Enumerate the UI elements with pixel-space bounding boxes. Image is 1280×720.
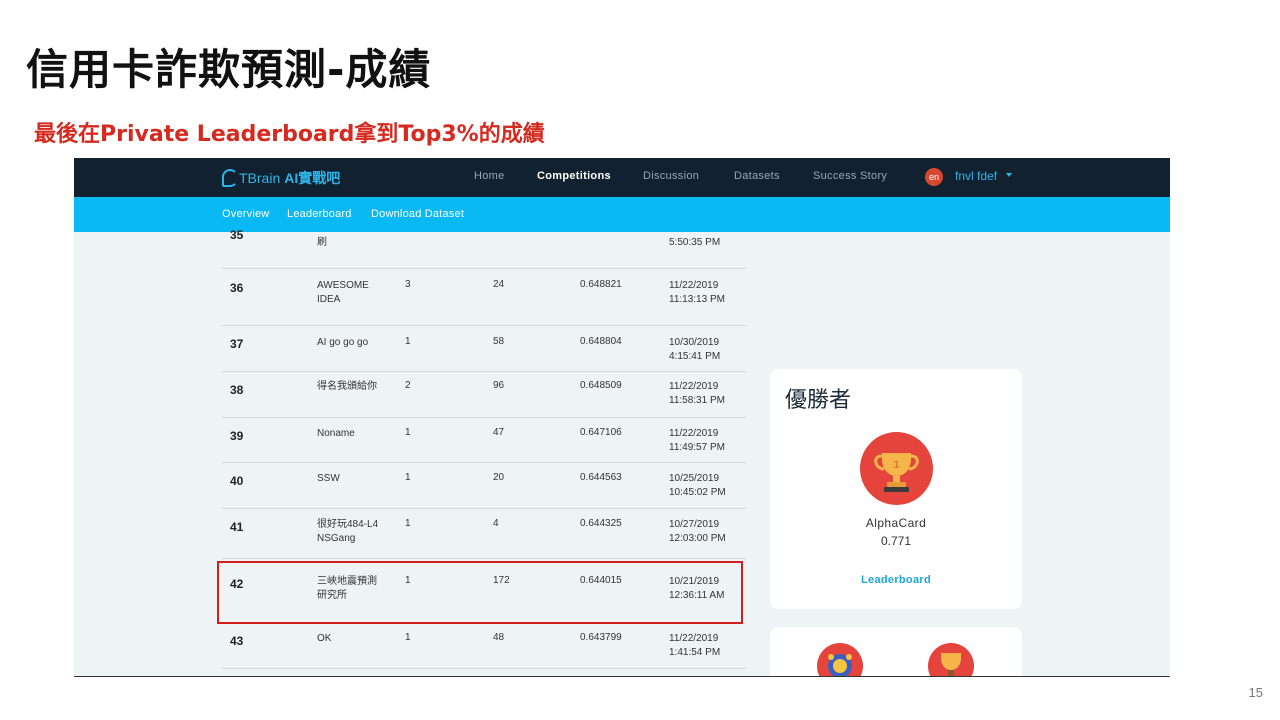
website-screenshot: TBrain AI實戰吧 Home Competitions Discussio… (74, 158, 1170, 677)
submit-date: 11/22/2019 (669, 280, 719, 291)
trophy-icon: 1 (860, 432, 933, 505)
submit-date: 11/22/2019 (669, 633, 719, 644)
entries-cell: 96 (493, 380, 505, 391)
submit-time: 10:45:02 PM (669, 487, 726, 498)
tbrain-logo[interactable]: TBrain AI實戰吧 (222, 168, 340, 188)
winner-team-name: AlphaCard (865, 516, 927, 530)
team-name-cell: SSW (317, 473, 340, 484)
submit-time-cell: 11/22/2019 11:58:31 PM (669, 380, 725, 408)
submit-time-cell: 11/22/2019 11:49:57 PM (669, 427, 725, 455)
nav-datasets[interactable]: Datasets (734, 170, 780, 182)
submit-date: 10/30/2019 (669, 337, 720, 348)
winner-card: 優勝者 1 AlphaCard 0.771 Leaderboard (770, 369, 1022, 609)
subnav-overview[interactable]: Overview (222, 208, 269, 220)
score-cell: 0.644563 (580, 472, 622, 483)
team-name-cell: 很好玩484-L4 NSGang (317, 519, 379, 544)
winner-score: 0.771 (880, 534, 912, 548)
rank-cell: 36 (230, 281, 244, 295)
language-badge[interactable]: en (925, 168, 943, 186)
rank-cell: 40 (230, 474, 244, 488)
entries-cell: 58 (493, 336, 505, 347)
team-name-cell: AI go go go (317, 337, 369, 348)
competition-subnav: Overview Leaderboard Download Dataset (74, 197, 1170, 232)
submit-date: 10/25/2019 (669, 473, 720, 484)
submit-date: 11/22/2019 (669, 428, 719, 439)
submit-time-cell: 11/22/2019 11:13:13 PM (669, 279, 725, 307)
rank-cell: 38 (230, 383, 244, 397)
slide-subtitle: 最後在Private Leaderboard拿到Top3%的成績 (34, 122, 545, 147)
submit-time: 11:13:13 PM (669, 294, 725, 305)
members-cell: 1 (405, 518, 411, 529)
team-name-cell: AWESOME IDEA (317, 280, 369, 305)
submit-time: 12:03:00 PM (669, 533, 726, 544)
table-row: 41 很好玩484-L4 NSGang 1 4 0.644325 10/27/2… (221, 509, 747, 559)
score-cell: 0.648804 (580, 336, 622, 347)
subnav-leaderboard[interactable]: Leaderboard (287, 208, 352, 220)
score-cell: 0.644325 (580, 518, 622, 529)
table-row: 38 得名我頒給你 2 96 0.648509 11/22/2019 11:58:… (221, 372, 747, 418)
submit-time: 11:58:31 PM (669, 395, 725, 406)
submit-time-cell: 11/22/2019 1:41:54 PM (669, 632, 720, 660)
submit-time-cell: 10/27/2019 12:03:00 PM (669, 518, 726, 546)
submit-time-cell: 10/25/2019 10:45:02 PM (669, 472, 726, 500)
user-menu[interactable]: fnvl fdef (955, 169, 997, 183)
members-cell: 1 (405, 427, 411, 438)
members-cell: 1 (405, 336, 411, 347)
subnav-download-dataset[interactable]: Download Dataset (371, 208, 464, 220)
winner-title: 優勝者 (785, 388, 852, 413)
team-name-cell: OK (317, 633, 332, 644)
table-row: 40 SSW 1 20 0.644563 10/25/2019 10:45:02 … (221, 463, 747, 509)
table-row: 39 Noname 1 47 0.647106 11/22/2019 11:49:… (221, 418, 747, 463)
nav-success-story[interactable]: Success Story (813, 170, 887, 182)
table-row: 35 刷 5:50:35 PM (221, 228, 747, 269)
winner-leaderboard-link[interactable]: Leaderboard (770, 574, 1022, 586)
entries-cell: 20 (493, 472, 505, 483)
score-cell: 0.648509 (580, 380, 622, 391)
entries-cell: 24 (493, 279, 505, 290)
rank-cell: 37 (230, 337, 244, 351)
submit-time-cell: 10/30/2019 4:15:41 PM (669, 336, 720, 364)
entries-cell: 47 (493, 427, 505, 438)
svg-text:1: 1 (893, 459, 899, 471)
submit-date: 10/27/2019 (669, 519, 720, 530)
entries-cell: 48 (493, 632, 505, 643)
trophy-cup-icon (928, 643, 974, 676)
medal-icon (817, 643, 863, 676)
score-cell: 0.643799 (580, 632, 622, 643)
entries-cell: 4 (493, 518, 499, 529)
nav-competitions[interactable]: Competitions (537, 170, 611, 182)
nav-discussion[interactable]: Discussion (643, 170, 699, 182)
table-row: 36 AWESOME IDEA 3 24 0.648821 11/22/2019… (221, 269, 747, 326)
team-name-cell: Noname (317, 428, 355, 439)
page-number: 15 (1248, 685, 1263, 700)
rank-cell: 35 (230, 228, 244, 242)
score-cell: 0.647106 (580, 427, 622, 438)
rank-cell: 39 (230, 429, 244, 443)
table-row: 37 AI go go go 1 58 0.648804 10/30/2019 4… (221, 326, 747, 372)
logo-ai-text: AI實戰吧 (284, 170, 341, 186)
submit-time: 1:41:54 PM (669, 647, 721, 658)
medals-card (770, 627, 1022, 676)
score-cell: 0.648821 (580, 279, 622, 290)
members-cell: 3 (405, 279, 411, 290)
highlight-box (217, 561, 743, 624)
submit-time-cell: 5:50:35 PM (669, 237, 721, 248)
members-cell: 1 (405, 472, 411, 483)
members-cell: 1 (405, 632, 411, 643)
table-row: 43 OK 1 48 0.643799 11/22/2019 1:41:54 PM (221, 625, 747, 669)
logo-mark-icon (222, 169, 238, 187)
rank-cell: 41 (230, 520, 244, 534)
team-name-cell: 刷 (317, 237, 327, 248)
members-cell: 2 (405, 380, 411, 391)
top-navbar: TBrain AI實戰吧 Home Competitions Discussio… (74, 158, 1170, 197)
submit-date: 11/22/2019 (669, 381, 719, 392)
submit-time: 4:15:41 PM (669, 351, 721, 362)
logo-text: TBrain (239, 170, 281, 186)
team-name-cell: 得名我頒給你 (317, 381, 377, 392)
nav-home[interactable]: Home (474, 170, 505, 182)
slide-title: 信用卡詐欺預測-成績 (26, 45, 432, 94)
rank-cell: 43 (230, 634, 244, 648)
caret-down-icon[interactable] (1006, 173, 1012, 177)
submit-time: 11:49:57 PM (669, 442, 725, 453)
